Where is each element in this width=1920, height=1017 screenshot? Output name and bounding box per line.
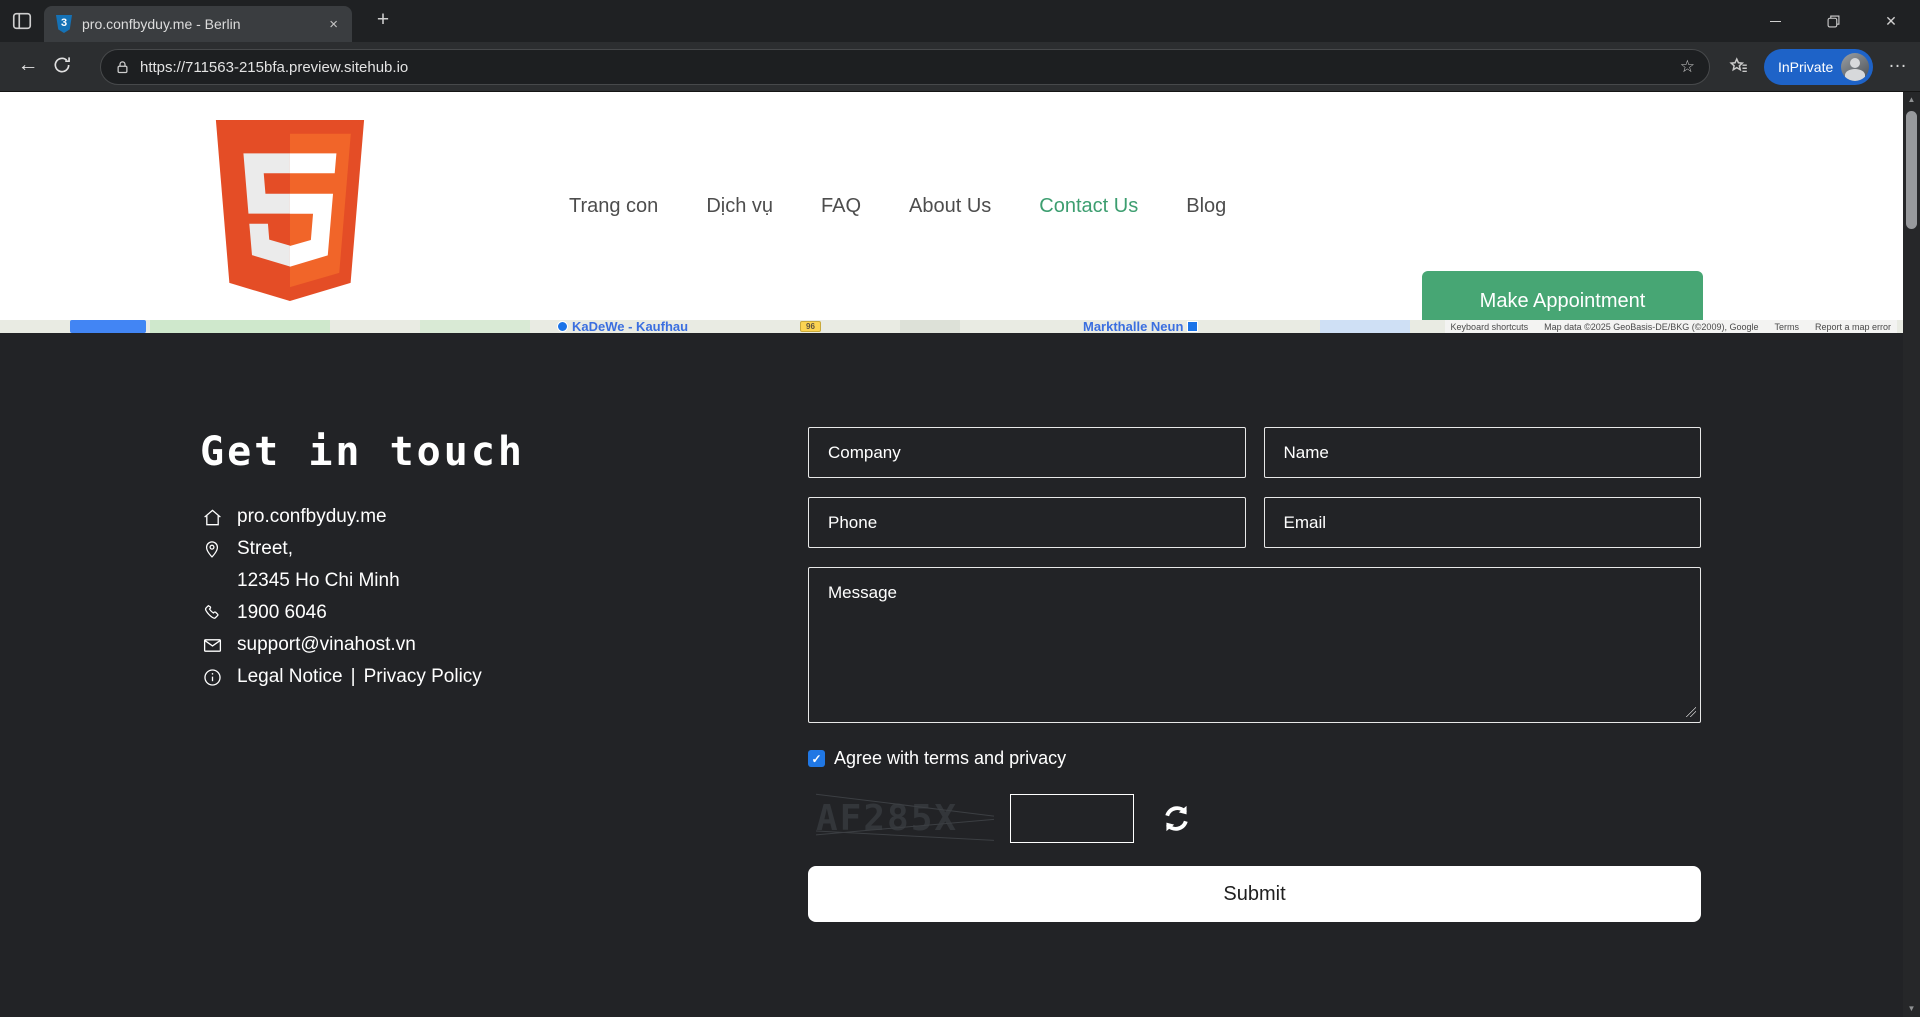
map-poi-label: KaDeWe - Kaufhau (572, 320, 688, 333)
nav-item-blog[interactable]: Blog (1186, 195, 1226, 218)
close-button[interactable]: ✕ (1862, 0, 1920, 42)
location-pin-icon (199, 533, 225, 565)
email-link[interactable]: support@vinahost.vn (237, 629, 482, 661)
map-terms-link[interactable]: Terms (1774, 322, 1799, 332)
message-textarea[interactable] (808, 567, 1701, 723)
contact-form: ✓ Agree with terms and privacy AF285X (808, 427, 1701, 922)
nav-item-trang-con[interactable]: Trang con (569, 195, 658, 218)
legal-links: Legal Notice | Privacy Policy (237, 661, 482, 693)
site-header: Trang con Dịch vụ FAQ About Us Contact U… (0, 92, 1903, 320)
url-text[interactable]: https://711563-215bfa.preview.sitehub.io (140, 59, 1680, 76)
map-attribution: Keyboard shortcuts Map data ©2025 GeoBas… (1445, 320, 1897, 333)
email-input[interactable] (1264, 497, 1702, 548)
settings-more-icon[interactable]: … (1888, 51, 1908, 73)
legal-notice-link[interactable]: Legal Notice (237, 666, 343, 688)
map-data-text: Map data ©2025 GeoBasis-DE/BKG (©2009), … (1544, 322, 1758, 332)
map-report-error-link[interactable]: Report a map error (1815, 322, 1891, 332)
browser-tab[interactable]: 3 pro.confbyduy.me - Berlin × (44, 6, 352, 42)
restore-icon (1827, 15, 1840, 28)
lock-icon (115, 60, 130, 75)
resize-grip-icon[interactable] (1686, 707, 1696, 717)
phone-input[interactable] (808, 497, 1246, 548)
legal-separator: | (351, 666, 356, 688)
info-icon (199, 661, 225, 693)
favorites-icon[interactable] (1728, 56, 1749, 82)
address-line2: 12345 Ho Chi Minh (237, 565, 482, 597)
agree-label: Agree with terms and privacy (834, 748, 1066, 769)
tab-title: pro.confbyduy.me - Berlin (82, 16, 325, 32)
email-icon (199, 629, 225, 661)
tab-actions-icon[interactable] (10, 9, 34, 33)
phone-text: 1900 6046 (237, 597, 482, 629)
page-scrollbar[interactable]: ▲ ▼ (1903, 92, 1920, 1017)
tab-close-icon[interactable]: × (325, 16, 342, 33)
css3-favicon-icon: 3 (56, 15, 72, 33)
reload-icon[interactable] (52, 55, 72, 80)
check-icon: ✓ (811, 752, 821, 766)
map-terrain-patch (900, 320, 960, 333)
scrollbar-thumb[interactable] (1906, 111, 1917, 229)
agree-checkbox[interactable]: ✓ (808, 750, 825, 767)
map-keyboard-shortcuts-link[interactable]: Keyboard shortcuts (1451, 322, 1529, 332)
submit-button[interactable]: Submit (808, 866, 1701, 922)
phone-icon (199, 597, 225, 629)
address-line1: Street, (237, 533, 482, 565)
address-indent (199, 565, 225, 597)
captcha-input[interactable] (1010, 794, 1134, 843)
map-poi-left: KaDeWe - Kaufhau (557, 320, 688, 333)
window-controls: ✕ (1746, 0, 1920, 42)
name-input[interactable] (1264, 427, 1702, 478)
nav-item-about-us[interactable]: About Us (909, 195, 991, 218)
inprivate-badge[interactable]: InPrivate (1764, 49, 1873, 85)
contact-section: Get in touch pro.confbyduy.me Street, 12… (0, 333, 1903, 1017)
map-park-patch (420, 320, 530, 333)
captcha-row: AF285X (808, 792, 1701, 845)
minimize-icon (1770, 21, 1781, 22)
website-text: pro.confbyduy.me (237, 501, 482, 533)
html5-logo-icon (214, 118, 366, 306)
map-park-patch (150, 320, 330, 333)
tab-bar: 3 pro.confbyduy.me - Berlin × + ✕ (0, 0, 1920, 42)
new-tab-button[interactable]: + (368, 6, 398, 36)
privacy-policy-link[interactable]: Privacy Policy (364, 666, 482, 688)
map-poi-icon (557, 321, 568, 332)
map-poi-label: Markthalle Neun (1083, 320, 1183, 333)
home-icon (199, 501, 225, 533)
contact-info-list: pro.confbyduy.me Street, 12345 Ho Chi Mi… (199, 501, 482, 693)
inprivate-label: InPrivate (1778, 59, 1833, 75)
captcha-image: AF285X (816, 792, 994, 845)
map-transit-box (70, 320, 146, 333)
nav-item-contact-us[interactable]: Contact Us (1039, 195, 1138, 218)
browser-toolbar: ← https://711563-215bfa.preview.sitehub.… (0, 42, 1920, 92)
main-nav: Trang con Dịch vụ FAQ About Us Contact U… (569, 92, 1226, 320)
map-road-badge: 96 (800, 321, 821, 332)
page-viewport: Trang con Dịch vụ FAQ About Us Contact U… (0, 92, 1903, 1017)
map-embed[interactable]: KaDeWe - Kaufhau 96 Markthalle Neun Keyb… (0, 320, 1903, 333)
agree-row: ✓ Agree with terms and privacy (808, 748, 1701, 769)
nav-item-faq[interactable]: FAQ (821, 195, 861, 218)
map-water-patch (1320, 320, 1410, 333)
scroll-up-icon[interactable]: ▲ (1903, 92, 1920, 108)
back-icon[interactable]: ← (14, 53, 42, 77)
profile-avatar[interactable] (1841, 53, 1869, 81)
company-input[interactable] (808, 427, 1246, 478)
minimize-button[interactable] (1746, 0, 1804, 42)
restore-button[interactable] (1804, 0, 1862, 42)
section-heading: Get in touch (200, 429, 525, 475)
nav-item-dich-vu[interactable]: Dịch vụ (706, 195, 773, 218)
map-transit-icon (1187, 321, 1198, 332)
map-poi-right: Markthalle Neun (1083, 320, 1198, 333)
captcha-refresh-icon[interactable] (1161, 803, 1192, 834)
favorite-star-icon[interactable]: ☆ (1680, 57, 1695, 77)
address-bar[interactable]: https://711563-215bfa.preview.sitehub.io… (100, 49, 1710, 85)
scroll-down-icon[interactable]: ▼ (1903, 1001, 1920, 1017)
